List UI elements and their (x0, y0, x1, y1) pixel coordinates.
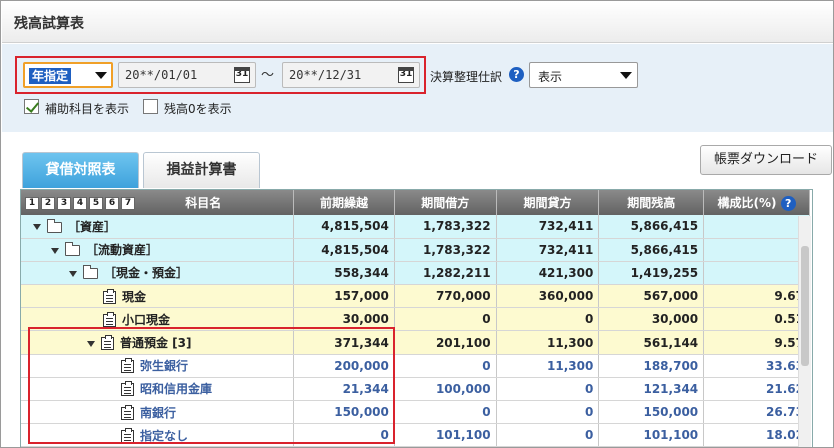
calendar-icon[interactable]: 31 (234, 67, 250, 83)
folder-icon (65, 242, 80, 257)
table-row[interactable]: 現金 157,000 770,000 360,000 567,000 9.67 (21, 284, 810, 309)
col-account-name: 1234567 科目名 (21, 190, 295, 215)
table-row[interactable]: ［資産］ 4,815,504 1,783,322 732,411 5,866,4… (21, 215, 810, 239)
date-to-value: 20**/12/31 (289, 68, 362, 82)
tab-income-statement[interactable]: 損益計算書 (143, 152, 260, 188)
collapse-arrow-icon[interactable] (33, 224, 41, 231)
col-header-label[interactable]: 期間借方 (394, 190, 497, 215)
closing-entry-select[interactable]: 表示 (529, 62, 638, 88)
period-type-select[interactable]: 年指定 (23, 62, 113, 88)
table-row[interactable]: ［流動資産］ 4,815,504 1,783,322 732,411 5,866… (21, 238, 810, 262)
deposit-detail-highlight (28, 327, 395, 444)
collapse-arrow-icon[interactable] (51, 247, 59, 254)
col-header-label[interactable]: 期間貸方 (496, 190, 600, 215)
show-zero-balance-label: 残高0を表示 (164, 102, 232, 116)
folder-icon (83, 265, 98, 280)
tab-balance-sheet[interactable]: 貸借対照表 (22, 152, 139, 188)
closing-entry-value: 表示 (538, 70, 563, 84)
show-sub-accounts-label: 補助科目を表示 (45, 102, 130, 116)
level-4-button[interactable]: 4 (73, 197, 87, 210)
closing-entry-label: 決算整理仕訳 (430, 70, 503, 84)
page-title: 残高試算表 (14, 16, 84, 32)
ledger-icon (103, 311, 116, 327)
level-7-button[interactable]: 7 (121, 197, 135, 210)
col-header-ratio: 構成比(%) ? (703, 190, 810, 215)
show-zero-balance-checkbox[interactable] (143, 99, 158, 114)
col-header-label[interactable]: 前期繰越 (293, 190, 395, 215)
collapse-arrow-icon[interactable] (69, 270, 77, 277)
window: 残高試算表 年指定 20**/01/01 31 ～ 20**/12/31 31 … (0, 0, 834, 448)
level-3-button[interactable]: 3 (57, 197, 71, 210)
col-header-label: 構成比(%) (717, 196, 777, 210)
range-separator: ～ (261, 68, 275, 83)
help-icon[interactable]: ? (509, 67, 524, 82)
download-report-button[interactable]: 帳票ダウンロード (700, 145, 832, 175)
table-row[interactable]: ［現金・預金］ 558,344 1,282,211 421,300 1,419,… (21, 261, 810, 286)
vertical-scrollbar[interactable] (798, 216, 811, 447)
period-type-value: 年指定 (29, 68, 72, 84)
col-header-label: 科目名 (185, 196, 222, 210)
level-1-button[interactable]: 1 (25, 197, 39, 210)
level-5-button[interactable]: 5 (89, 197, 103, 210)
level-2-button[interactable]: 2 (41, 197, 55, 210)
folder-icon (47, 218, 62, 233)
col-header-label[interactable]: 期間残高 (598, 190, 705, 215)
ledger-icon (103, 288, 116, 304)
scrollbar-thumb[interactable] (801, 246, 809, 366)
help-icon[interactable]: ? (780, 196, 796, 211)
chevron-down-icon (95, 72, 107, 79)
title-bar: 残高試算表 (2, 2, 833, 43)
calendar-icon[interactable]: 31 (398, 67, 414, 83)
show-sub-accounts-checkbox[interactable] (24, 99, 39, 114)
date-from-value: 20**/01/01 (125, 68, 198, 82)
table-header-row: 1234567 科目名 前期繰越 期間借方 期間貸方 期間残高 構成比(%) ? (21, 190, 810, 215)
level-6-button[interactable]: 6 (105, 197, 119, 210)
chevron-down-icon (620, 72, 632, 79)
